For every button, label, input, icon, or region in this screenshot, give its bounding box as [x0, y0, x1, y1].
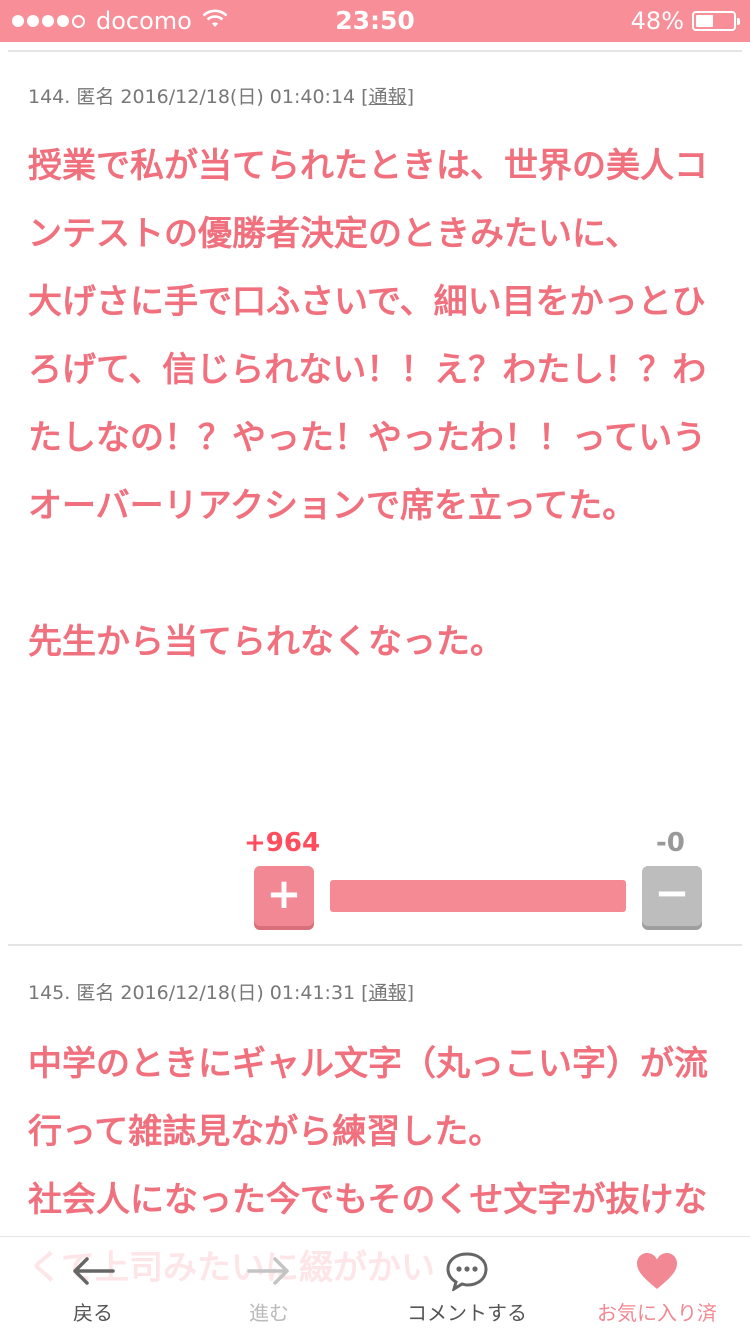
status-right: 48%: [630, 6, 740, 36]
comment-label: コメントする: [407, 1301, 527, 1325]
plus-vote-count: +964: [244, 828, 321, 858]
post-author: 匿名: [76, 982, 115, 1004]
plus-vote-button[interactable]: +: [254, 866, 314, 926]
post-divider: [8, 944, 742, 946]
vote-ratio-bar: [330, 880, 626, 912]
post-meta: 145. 匿名 2016/12/18(日) 01:41:31 [通報]: [28, 982, 415, 1004]
post-number: 145.: [28, 982, 71, 1004]
post-author: 匿名: [76, 86, 115, 108]
minus-vote-button[interactable]: −: [642, 866, 702, 926]
tab-bar: 戻る 進む コメントする お気に入り済: [0, 1236, 750, 1335]
vote-ratio-fill: [330, 880, 626, 912]
report-link[interactable]: 通報: [369, 86, 407, 108]
minus-vote-count: -0: [656, 828, 685, 858]
report-link[interactable]: 通報: [369, 982, 407, 1004]
heart-icon: [582, 1249, 732, 1293]
favorite-label: お気に入り済: [597, 1301, 717, 1325]
speech-bubble-icon: [392, 1249, 542, 1293]
arrow-left-icon: [18, 1249, 168, 1293]
battery-icon: [692, 11, 740, 31]
post-datetime: 2016/12/18(日) 01:40:14: [120, 86, 356, 108]
arrow-right-icon: [194, 1249, 344, 1293]
battery-percent: 48%: [630, 7, 684, 35]
forward-tab[interactable]: 進む: [194, 1237, 344, 1335]
post-body: 授業で私が当てられたときは、世界の美人コンテストの優勝者決定のときみたいに、 大…: [28, 146, 708, 662]
vote-area: +964 -0 + −: [0, 826, 750, 936]
top-divider: [8, 50, 742, 52]
post-meta: 144. 匿名 2016/12/18(日) 01:40:14 [通報]: [28, 86, 415, 108]
forward-label: 進む: [249, 1301, 289, 1325]
status-bar: docomo 23:50 48%: [0, 0, 750, 42]
back-label: 戻る: [73, 1301, 113, 1325]
post-datetime: 2016/12/18(日) 01:41:31: [120, 982, 356, 1004]
favorite-tab[interactable]: お気に入り済: [582, 1237, 732, 1335]
back-tab[interactable]: 戻る: [18, 1237, 168, 1335]
comment-tab[interactable]: コメントする: [392, 1237, 542, 1335]
post-number: 144.: [28, 86, 71, 108]
